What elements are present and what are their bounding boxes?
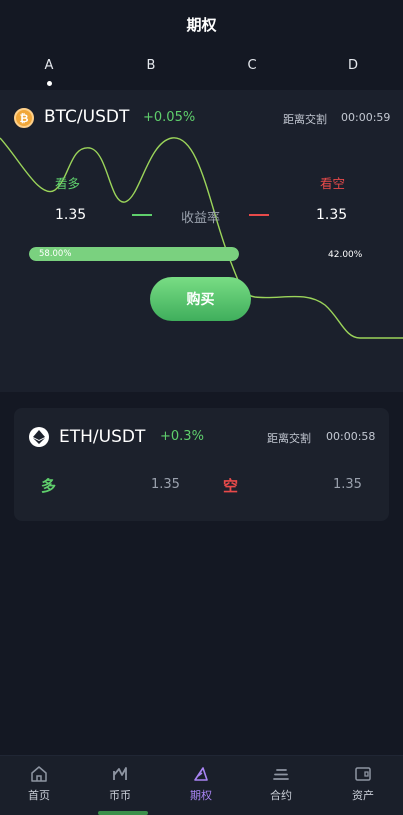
trend-icon: [113, 767, 127, 780]
long-indicator: [132, 214, 152, 216]
nav-options[interactable]: 期权: [171, 756, 231, 815]
eth-short-label[interactable]: 空: [223, 475, 238, 496]
nav-assets[interactable]: 资产: [333, 756, 393, 815]
wallet-icon: [355, 767, 371, 781]
nav-spot[interactable]: 币币: [90, 756, 150, 815]
tab-c[interactable]: C: [232, 58, 272, 73]
nav-spot-label: 币币: [109, 789, 131, 802]
btc-pair-name: BTC/USDT: [44, 107, 130, 127]
eth-settle-countdown: 00:00:58: [326, 430, 376, 443]
active-tab-indicator: [47, 81, 52, 86]
tab-a[interactable]: A: [29, 58, 69, 73]
ethereum-icon: [29, 427, 49, 447]
eth-settle-label: 距离交割: [267, 432, 311, 445]
btc-settle-countdown: 00:00:59: [341, 111, 391, 124]
contract-icon: [273, 769, 289, 780]
nav-contract[interactable]: 合约: [251, 756, 311, 815]
long-short-ratio-bar: 58.00%: [29, 247, 239, 261]
eth-option-card[interactable]: ETH/USDT +0.3% 距离交割 00:00:58 多 1.35 空 1.…: [14, 408, 389, 521]
short-ratio-text: 42.00%: [328, 250, 363, 260]
eth-long-label[interactable]: 多: [41, 475, 56, 496]
price-trend-line: [0, 137, 403, 339]
eth-pair-name: ETH/USDT: [59, 427, 146, 447]
nav-home[interactable]: 首页: [9, 756, 69, 815]
long-ratio-text: 58.00%: [39, 249, 72, 259]
nav-assets-label: 资产: [352, 789, 374, 802]
nav-contract-label: 合约: [270, 789, 292, 802]
nav-options-label: 期权: [190, 789, 212, 802]
tab-b[interactable]: B: [131, 58, 171, 73]
tab-d[interactable]: D: [333, 58, 373, 73]
long-label: 看多: [55, 176, 81, 191]
pair-tabs: A B C D: [0, 58, 403, 90]
btc-option-card[interactable]: ₿ BTC/USDT +0.05% 距离交割 00:00:59 看多 看空 1.…: [0, 90, 403, 392]
short-indicator: [249, 214, 269, 216]
options-icon: [194, 767, 208, 781]
btc-settle-label: 距离交割: [283, 113, 327, 126]
eth-short-price: 1.35: [333, 477, 362, 492]
home-icon: [31, 766, 47, 782]
eth-change: +0.3%: [160, 429, 204, 444]
bottom-navigation: 首页 币币 期权 合约 资产: [0, 755, 403, 815]
btc-change: +0.05%: [143, 110, 196, 125]
home-indicator: [98, 811, 148, 815]
bitcoin-icon: ₿: [14, 108, 34, 128]
page-title: 期权: [186, 16, 217, 34]
options-screen: 期权 A B C D ₿ BTC/USDT +0.05% 距离交割 00:00:…: [0, 0, 403, 815]
yield-label: 收益率: [181, 211, 221, 226]
nav-home-label: 首页: [28, 789, 50, 802]
short-price: 1.35: [316, 207, 348, 223]
long-price: 1.35: [55, 207, 87, 223]
buy-button[interactable]: 购买: [150, 277, 251, 321]
eth-long-price: 1.35: [151, 477, 180, 492]
short-label: 看空: [320, 176, 346, 191]
